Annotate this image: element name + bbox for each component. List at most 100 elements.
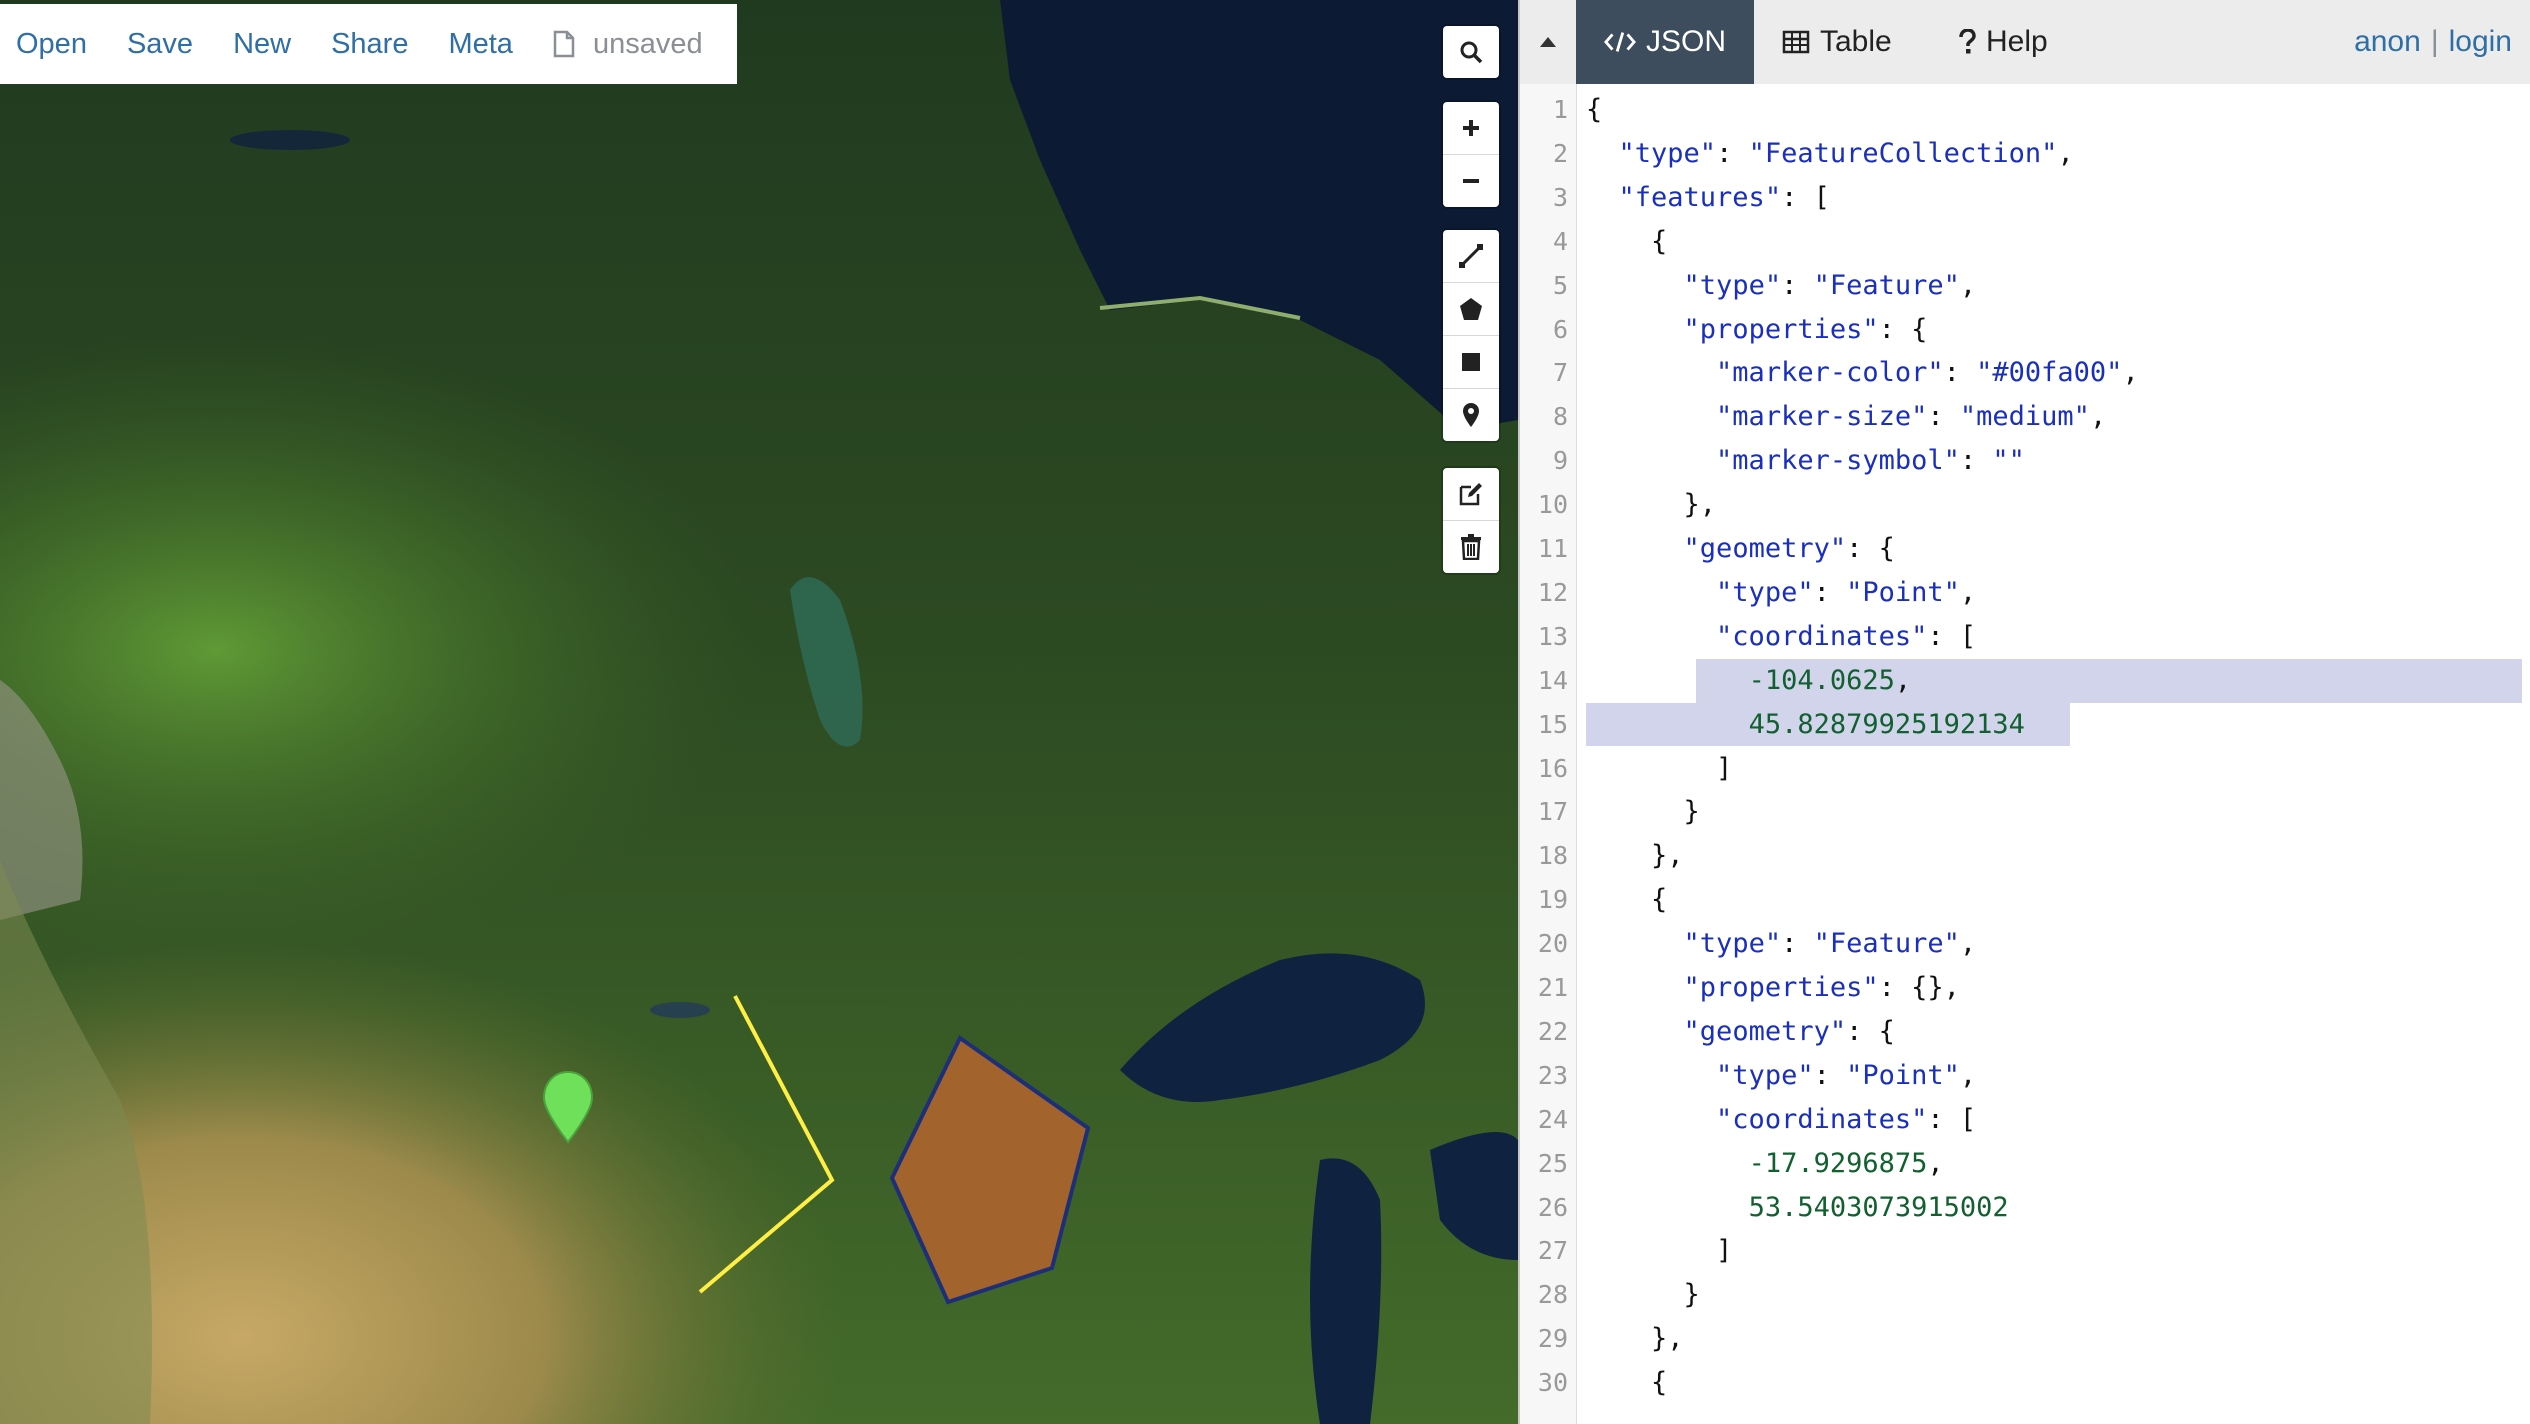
code-line[interactable]: "type": "Point", [1586,1054,1976,1098]
line-number: 7 [1552,358,1568,388]
zoom-in-button[interactable] [1443,102,1499,154]
tab-json[interactable]: JSON [1576,0,1754,84]
status-text: unsaved [592,27,703,60]
code-line[interactable]: "coordinates": [ [1586,615,1976,659]
zoom-out-button[interactable] [1443,154,1499,207]
code-line[interactable]: "features": [ [1586,176,1830,220]
search-button[interactable] [1443,26,1499,78]
code-icon [1604,32,1636,52]
line-number: 12 [1537,577,1568,607]
side-panel: JSON Table Help anon | login 1 {2 "type… [1518,0,2530,1424]
drawn-line[interactable] [698,995,835,1294]
code-line[interactable]: "type": "FeatureCollection", [1586,132,2074,176]
code-line[interactable]: "geometry": { [1586,1010,1895,1054]
line-number: 15 [1537,709,1568,739]
line-number: 3 [1552,182,1568,212]
code-line[interactable]: -104.0625, [1586,659,1912,703]
draw-marker-button[interactable] [1443,388,1499,441]
draw-control [1443,230,1499,441]
user-separator: | [2430,25,2439,58]
line-number: 2 [1552,138,1568,168]
code-line[interactable]: } [1586,790,1700,834]
code-line[interactable]: { [1586,220,1667,264]
document-icon [553,30,575,58]
line-number: 14 [1537,665,1568,695]
open-button[interactable]: Open [16,28,87,61]
code-line[interactable]: "marker-size": "medium", [1586,395,2106,439]
code-line[interactable]: { [1586,1361,1667,1405]
tab-help-label: Help [1986,25,2048,58]
zoom-control [1443,102,1499,207]
user-links: anon | login [2354,0,2512,84]
line-number: 16 [1537,753,1568,783]
code-line[interactable]: -17.9296875, [1586,1142,1944,1186]
json-editor[interactable]: 1 {2 "type": "FeatureCollection", 3 "featu… [1520,84,2530,1424]
draw-polygon-icon [1460,298,1482,320]
line-number: 13 [1537,621,1568,651]
panel-header: JSON Table Help anon | login [1520,0,2530,84]
anon-link[interactable]: anon [2354,25,2421,59]
share-button[interactable]: Share [331,28,408,61]
draw-line-button[interactable] [1443,230,1499,282]
meta-button[interactable]: Meta [448,28,512,61]
tab-table[interactable]: Table [1754,0,1920,84]
line-number: 22 [1537,1016,1568,1046]
new-button[interactable]: New [233,28,291,61]
line-number: 11 [1537,534,1568,563]
draw-rectangle-button[interactable] [1443,335,1499,388]
login-link[interactable]: login [2449,25,2512,59]
line-number: 25 [1537,1148,1568,1178]
collapse-panel-button[interactable] [1520,0,1576,84]
delete-icon [1461,534,1481,560]
draw-marker-icon [1463,403,1479,427]
code-line[interactable]: { [1586,88,1602,132]
search-control [1443,26,1499,78]
edit-button[interactable] [1443,468,1499,520]
draw-polygon-button[interactable] [1443,282,1499,335]
drawn-polygon[interactable] [889,1035,1091,1305]
line-number: 8 [1552,402,1568,432]
code-line[interactable]: "marker-symbol": "" [1586,439,2025,483]
marker-pin[interactable] [542,1070,594,1144]
code-line[interactable]: 45.82879925192134 [1586,703,2025,747]
code-line[interactable]: "marker-color": "#00fa00", [1586,351,2139,395]
code-line[interactable]: ] [1586,747,1732,791]
code-line[interactable]: "coordinates": [ [1586,1098,1976,1142]
code-line[interactable]: "properties": { [1586,308,1928,352]
line-number: 29 [1537,1324,1568,1354]
line-number: 28 [1537,1280,1568,1310]
code-line[interactable]: 53.5403073915002 [1586,1186,2009,1230]
code-line[interactable]: } [1586,1273,1700,1317]
line-number: 21 [1537,973,1568,1002]
code-line[interactable]: "geometry": { [1586,527,1895,571]
tab-json-label: JSON [1645,25,1726,58]
table-icon [1782,30,1810,54]
edit-control [1443,468,1499,573]
line-number: 5 [1552,270,1568,300]
save-button[interactable]: Save [127,28,193,61]
draw-rectangle-icon [1462,353,1480,371]
code-line[interactable]: }, [1586,483,1717,527]
line-number: 1 [1552,95,1568,124]
line-number: 26 [1537,1192,1568,1222]
line-number: 10 [1537,490,1568,520]
file-status: unsaved [553,28,703,61]
code-line[interactable]: "type": "Feature", [1586,922,1977,966]
code-line[interactable]: "properties": {}, [1586,966,1960,1010]
code-line[interactable]: "type": "Point", [1586,571,1976,615]
line-number: 23 [1537,1060,1568,1090]
delete-button[interactable] [1443,520,1499,573]
code-line[interactable]: ] [1586,1229,1732,1273]
line-number: 30 [1537,1368,1568,1398]
map-view[interactable]: Open Save New Share Meta unsaved [0,0,1518,1424]
line-number: 24 [1537,1104,1568,1134]
tab-help[interactable]: Help [1930,0,2076,84]
line-number: 6 [1552,314,1568,344]
code-line[interactable]: { [1586,878,1667,922]
search-icon [1460,41,1483,64]
top-menu: Open Save New Share Meta unsaved [0,4,737,84]
code-line[interactable]: "type": "Feature", [1586,264,1977,308]
line-number: 17 [1537,797,1568,827]
code-line[interactable]: }, [1586,834,1684,878]
code-line[interactable]: }, [1586,1317,1684,1361]
